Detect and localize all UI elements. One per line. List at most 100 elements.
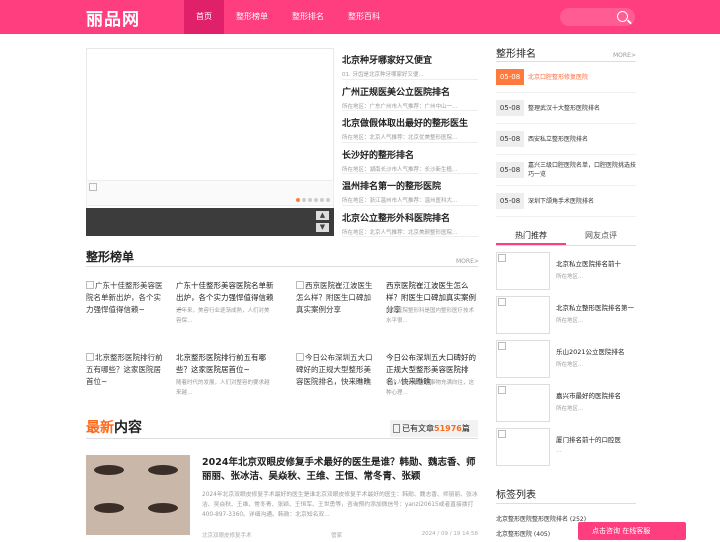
hot-item[interactable]: 北京私立医院排名前十 所在地区...: [496, 252, 636, 296]
article-title[interactable]: 2024年北京双眼皮修复手术最好的医生是谁？韩勋、魏志香、师丽丽、张冰洁、吴焱秋…: [202, 456, 478, 484]
divider: [86, 266, 478, 267]
broken-image-icon: [498, 342, 506, 350]
slider-dot[interactable]: [320, 198, 324, 202]
eye-photo: [94, 503, 124, 513]
news-item[interactable]: 温州排名第一的整形医院 所在地区：浙江温州市人气推荐：温州医科大...: [342, 174, 478, 206]
ranking-item[interactable]: 05-08 深圳下颌角手术医院排名: [496, 186, 636, 217]
bang-thumbnail[interactable]: 北京整形医院排行前五有哪些？这家医院居首位~: [86, 352, 168, 396]
news-desc: 所在地区：浙江温州市人气推荐：温州医科大...: [342, 198, 458, 204]
hot-item[interactable]: 嘉兴市最好的医院排名 所在地区...: [496, 384, 636, 428]
hot-thumbnail[interactable]: [496, 296, 550, 334]
divider: [496, 503, 636, 504]
news-desc: 所在地区：北京人气推荐：北京优美整形医院...: [342, 135, 458, 141]
site-logo[interactable]: 丽品网: [86, 5, 140, 30]
slider-dot[interactable]: [308, 198, 312, 202]
eye-photo: [148, 503, 178, 513]
main-nav: 首页 整形榜单 整形排名 整形百科: [184, 0, 392, 34]
online-consult-button[interactable]: 点击咨询 在线客服: [578, 522, 686, 540]
hot-thumbnail[interactable]: [496, 428, 550, 466]
slider-dot[interactable]: [302, 198, 306, 202]
ranking-item[interactable]: 05-08 嘉兴三级口腔医院名单，口腔医院挑选技巧一览: [496, 155, 636, 186]
bang-card[interactable]: 西京医院崔江波医生怎么样？附医生口碑加真实案例分享 西京医院崔江波医生怎么样？附…: [296, 280, 492, 344]
news-title[interactable]: 长沙好的整形排名: [342, 148, 478, 161]
hot-list: 北京私立医院排名前十 所在地区... 北京私立整形医院排名第一 所在地区... …: [496, 252, 636, 472]
ranking-item[interactable]: 05-08 整理武汉十大整形医院排名: [496, 93, 636, 124]
hot-thumbnail[interactable]: [496, 340, 550, 378]
divider: [86, 438, 478, 439]
ranking-more-link[interactable]: MORE>: [613, 52, 636, 59]
news-desc: 01. 牙齿是北京种牙哪家好又便...: [342, 72, 424, 78]
ranking-section-title: 整形排名: [496, 49, 536, 60]
article-desc: 2024年北京双眼皮修复手术最好的医生是谁北京双眼皮修复手术最好的医生：韩勋、魏…: [202, 492, 478, 518]
hot-desc: 所在地区...: [556, 362, 584, 368]
bang-title[interactable]: 北京整形医院排行前五有哪些？这家医院居首位~: [176, 352, 276, 376]
news-title[interactable]: 北京公立整形外科医院排名: [342, 211, 478, 224]
article-count-badge: 已有文章51976篇: [390, 420, 478, 437]
hot-title[interactable]: 北京私立医院排名前十: [556, 258, 636, 268]
hot-desc: 所在地区...: [556, 406, 584, 412]
ranking-text[interactable]: 西安私立整形医院排名: [528, 135, 588, 144]
news-item[interactable]: 长沙好的整形排名 所在地区：湖南长沙市人气推荐：长沙新生植...: [342, 142, 478, 174]
slider-caption-bar: [86, 208, 334, 236]
bang-desc: 近年来，美容行业逐渐成熟，人们对美容保...: [176, 308, 270, 324]
broken-image-icon: [498, 430, 506, 438]
bang-card[interactable]: 北京整形医院排行前五有哪些？这家医院居首位~ 北京整形医院排行前五有哪些？这家医…: [86, 352, 282, 416]
slider-dot[interactable]: [326, 198, 330, 202]
hot-title[interactable]: 北京私立整形医院排名第一: [556, 302, 636, 312]
broken-image-icon: [498, 298, 506, 306]
broken-image-icon: [498, 386, 506, 394]
ranking-date: 05-08: [496, 131, 524, 147]
article-category[interactable]: 北京双眼皮修复手术: [202, 531, 252, 539]
hot-item[interactable]: 厦门排名前十的口腔医 ...: [496, 428, 636, 472]
search-icon[interactable]: [617, 11, 628, 22]
bang-thumbnail[interactable]: 广东十佳整形美容医院名单新出炉，各个实力强悍值得信赖~: [86, 280, 168, 324]
ranking-text[interactable]: 北京口腔整形修复医院: [528, 73, 588, 82]
hot-title[interactable]: 厦门排名前十的口腔医: [556, 434, 636, 444]
slider-dot[interactable]: [314, 198, 318, 202]
nav-home[interactable]: 首页: [184, 0, 224, 34]
ranking-date: 05-08: [496, 100, 524, 116]
news-item[interactable]: 广州正规医美公立医院排名 所在地区：广东广州市人气推荐：广州中山一...: [342, 79, 478, 111]
bang-card[interactable]: 今日公布深圳五大口碑好的正规大型整形美容医院排名，快来瞧瞧 今日公布深圳五大口碑…: [296, 352, 492, 416]
hot-item[interactable]: 北京私立整形医院排名第一 所在地区...: [496, 296, 636, 340]
hot-title[interactable]: 乐山2021公立医院排名: [556, 346, 636, 356]
tab-hot[interactable]: 热门推荐: [496, 228, 566, 245]
article-date: 2024 / 09 / 19 14:58: [421, 531, 478, 537]
news-title[interactable]: 温州排名第一的整形医院: [342, 179, 478, 192]
bang-card[interactable]: 广东十佳整形美容医院名单新出炉，各个实力强悍值得信赖~ 广东十佳整形美容医院名单…: [86, 280, 282, 344]
nav-baike[interactable]: 整形百科: [336, 0, 392, 34]
article-thumbnail[interactable]: [86, 455, 190, 535]
hot-thumbnail[interactable]: [496, 252, 550, 290]
news-title[interactable]: 北京做假体取出最好的整形医生: [342, 116, 478, 129]
tab-reviews[interactable]: 网友点评: [566, 228, 636, 245]
nav-bangdan[interactable]: 整形榜单: [224, 0, 280, 34]
news-item[interactable]: 北京公立整形外科医院排名 所在地区：北京人气推荐：北京美颜整形医院...: [342, 205, 478, 237]
nav-paiming[interactable]: 整形排名: [280, 0, 336, 34]
count-prefix: 已有文章: [402, 424, 434, 433]
ranking-item[interactable]: 05-08 北京口腔整形修复医院: [496, 62, 636, 93]
bang-desc: 西京医院整形科是国内整形医疗技术水平很...: [386, 308, 475, 324]
bang-more-link[interactable]: MORE>: [456, 258, 479, 265]
search-input[interactable]: [560, 8, 635, 26]
hot-title[interactable]: 嘉兴市最好的医院排名: [556, 390, 636, 400]
news-item[interactable]: 北京种牙哪家好又便宜 01. 牙齿是北京种牙哪家好又便...: [342, 48, 478, 80]
hot-item[interactable]: 乐山2021公立医院排名 所在地区...: [496, 340, 636, 384]
news-title[interactable]: 广州正规医美公立医院排名: [342, 85, 478, 98]
bang-thumbnail[interactable]: 西京医院崔江波医生怎么样？附医生口碑加真实案例分享: [296, 280, 378, 324]
hot-thumbnail[interactable]: [496, 384, 550, 422]
ranking-text[interactable]: 整理武汉十大整形医院排名: [528, 104, 600, 113]
banner-thumbnail-strip: [86, 180, 334, 206]
slider-up-arrow-icon[interactable]: ▲: [316, 211, 329, 220]
broken-image-icon: [498, 254, 506, 262]
bang-section-title: 整形榜单: [86, 250, 135, 264]
ranking-text[interactable]: 嘉兴三级口腔医院名单，口腔医院挑选技巧一览: [528, 161, 636, 179]
bang-desc: 随着时代的发展，人们对整容的要求越来越...: [176, 380, 270, 396]
news-title[interactable]: 北京种牙哪家好又便宜: [342, 53, 478, 66]
hot-desc: ...: [556, 448, 562, 454]
news-item[interactable]: 北京做假体取出最好的整形医生 所在地区：北京人气推荐：北京优美整形医院...: [342, 111, 478, 143]
ranking-item[interactable]: 05-08 西安私立整形医院排名: [496, 124, 636, 155]
ranking-text[interactable]: 深圳下颌角手术医院排名: [528, 197, 594, 206]
bang-thumbnail[interactable]: 今日公布深圳五大口碑好的正规大型整形美容医院排名，快来瞧瞧: [296, 352, 378, 396]
slider-dot[interactable]: [296, 198, 300, 202]
slider-down-arrow-icon[interactable]: ▼: [316, 223, 329, 232]
